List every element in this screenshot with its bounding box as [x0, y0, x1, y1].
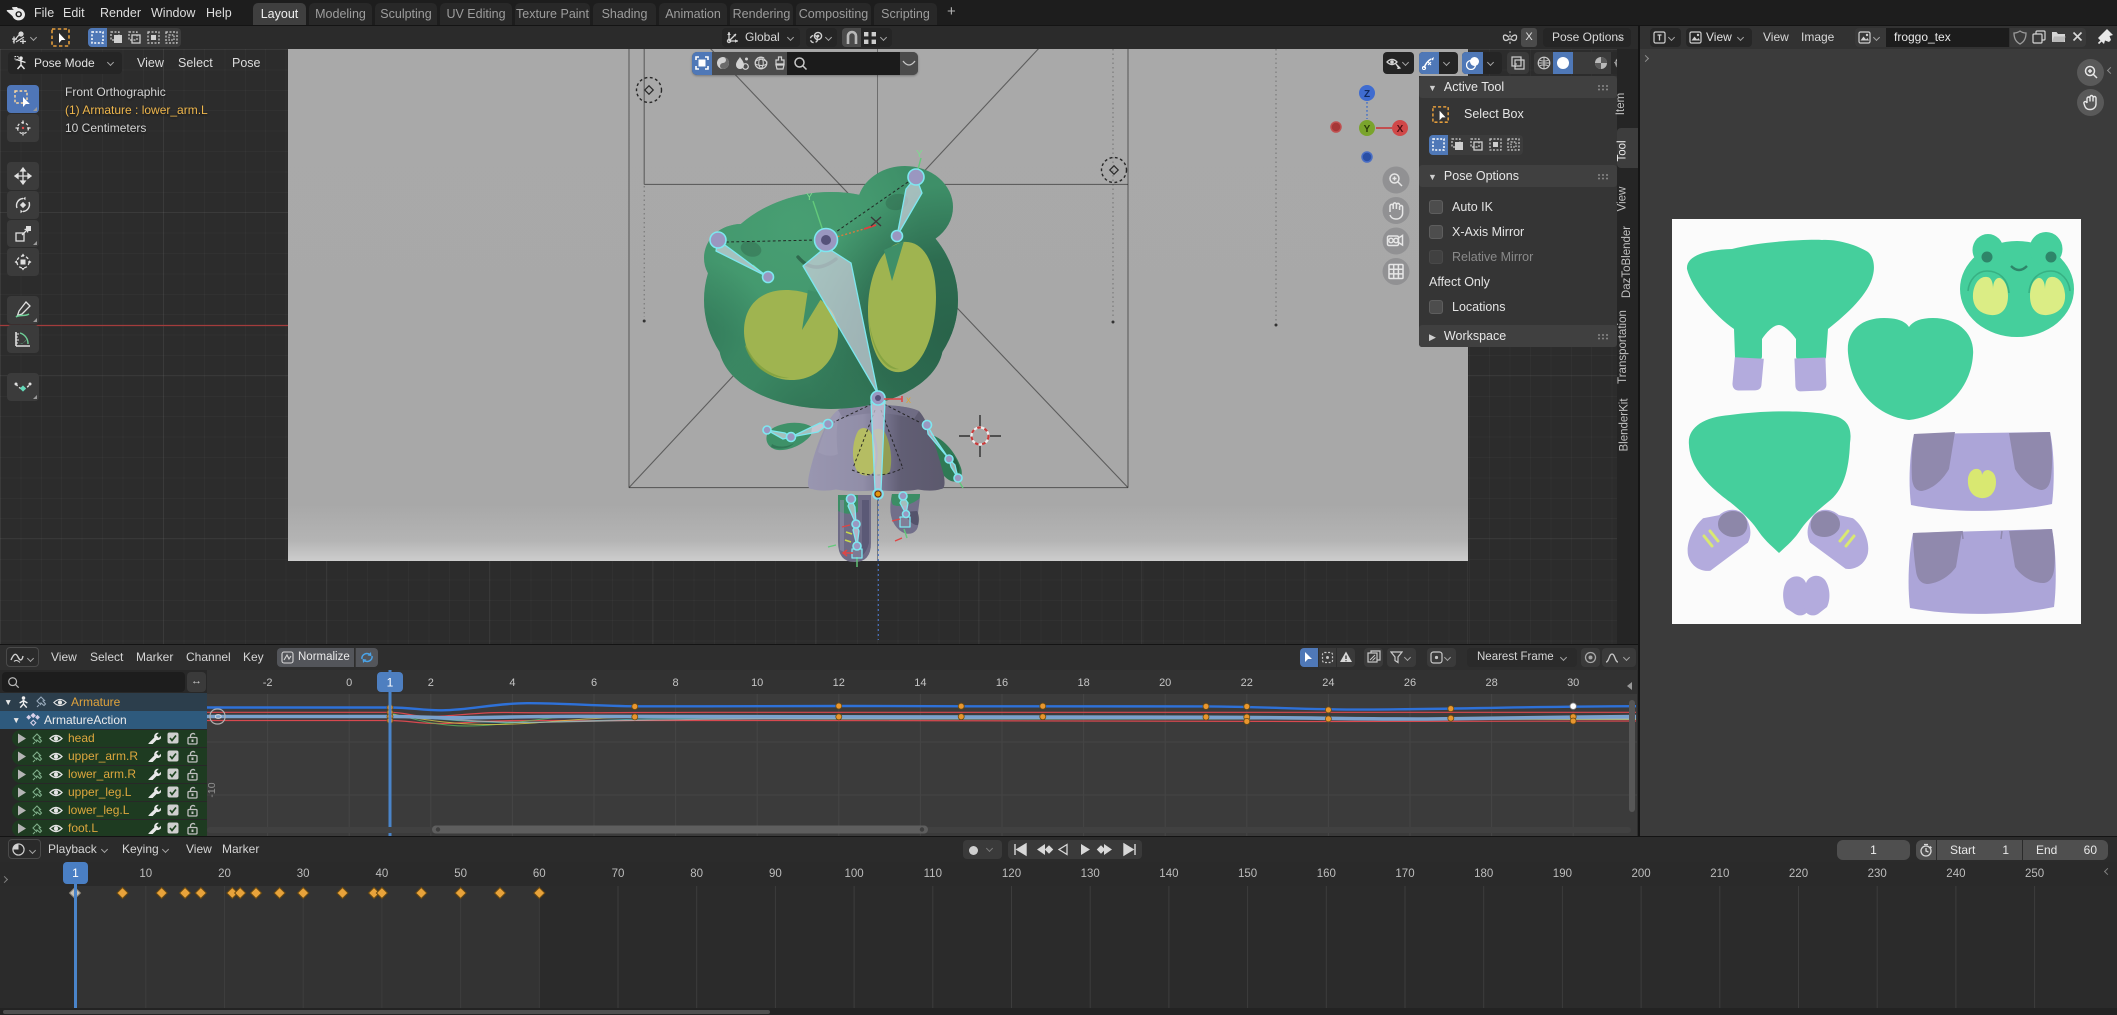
- svg-text:Y: Y: [916, 149, 923, 160]
- svg-text:1: 1: [387, 676, 394, 690]
- svg-text:18: 18: [1077, 677, 1089, 689]
- svg-text:Z: Z: [1364, 89, 1370, 100]
- svg-text:x: x: [906, 395, 911, 406]
- svg-text:-10: -10: [207, 782, 218, 797]
- svg-text:X: X: [1397, 124, 1404, 135]
- svg-text:12: 12: [833, 677, 845, 689]
- svg-text:10: 10: [751, 677, 763, 689]
- svg-text:0: 0: [214, 714, 225, 719]
- svg-text:2: 2: [428, 677, 434, 689]
- svg-text:28: 28: [1485, 677, 1497, 689]
- svg-text:-2: -2: [263, 677, 273, 689]
- svg-text:4: 4: [509, 677, 515, 689]
- svg-text:6: 6: [591, 677, 597, 689]
- svg-text:26: 26: [1404, 677, 1416, 689]
- svg-text:16: 16: [996, 677, 1008, 689]
- svg-text:30: 30: [1567, 677, 1579, 689]
- svg-text:Y: Y: [806, 192, 813, 203]
- svg-text:14: 14: [914, 677, 926, 689]
- svg-text:8: 8: [673, 677, 679, 689]
- svg-text:Y: Y: [1364, 124, 1371, 135]
- svg-text:22: 22: [1241, 677, 1253, 689]
- svg-text:0: 0: [346, 677, 352, 689]
- svg-text:24: 24: [1322, 677, 1334, 689]
- svg-text:20: 20: [1159, 677, 1171, 689]
